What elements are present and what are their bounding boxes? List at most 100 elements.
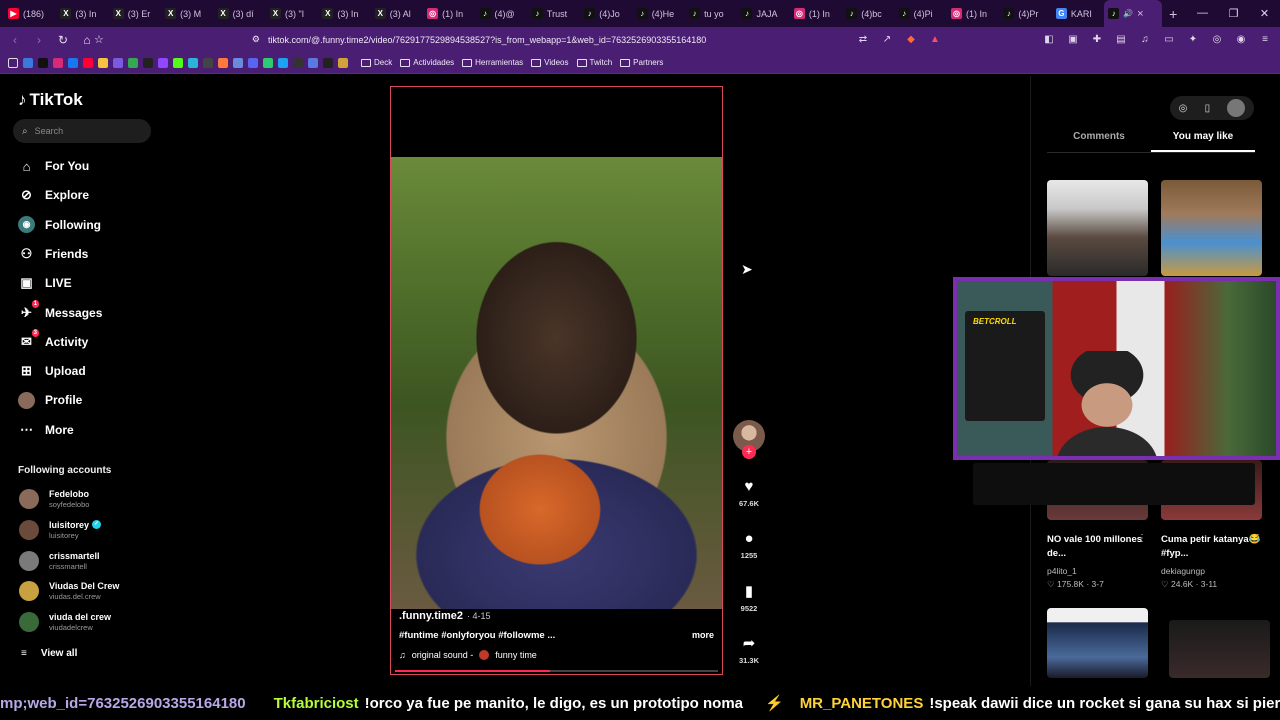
tiktok-favicon[interactable] (38, 57, 48, 68)
forward-icon[interactable]: › (32, 33, 46, 47)
following-account[interactable]: luisitorey ✓ luisitorey (19, 519, 102, 540)
browser-tab-active[interactable]: ♪ 🔊 × (1104, 0, 1163, 27)
browser-tab[interactable]: ▶ (186) (4, 0, 56, 27)
coin-icon[interactable]: ◎ (1179, 103, 1188, 114)
browser-tab[interactable]: ♪ (4)He (633, 0, 685, 27)
following-account[interactable]: Viudas Del Crew viudas.del.crew (19, 581, 119, 602)
video-thumbnail[interactable] (1047, 608, 1148, 678)
following-account[interactable]: viuda del crew viudadelcrew (19, 612, 111, 633)
browser-tab[interactable]: ♪ tu yo (685, 0, 737, 27)
site-info-icon[interactable]: ⚙ (252, 34, 260, 45)
browser-tab[interactable]: ♪ (4)bc (842, 0, 894, 27)
browser-tab[interactable]: ♪ (4)Jo (580, 0, 632, 27)
sidebar-item-profile[interactable]: ● Profile (18, 390, 82, 410)
video-caption[interactable]: #funtime #onlyforyou #followme ... (399, 630, 555, 641)
browser-tab[interactable]: X (3) M (161, 0, 213, 27)
extension-icon[interactable]: ◧ (1042, 34, 1056, 45)
facebook-favicon[interactable] (68, 57, 78, 68)
leo-icon[interactable]: ✦ (1186, 34, 1200, 45)
browser-tab[interactable]: X (3) dí (214, 0, 266, 27)
follow-plus-icon[interactable]: + (742, 445, 756, 459)
bookmark-favicon[interactable] (278, 57, 288, 68)
browser-tab[interactable]: ♪ (4)Pi (895, 0, 947, 27)
sidebar-item-for-you[interactable]: ⌂ For You (18, 156, 90, 176)
more-options-icon[interactable]: ⋮ (1253, 533, 1263, 544)
browser-tab[interactable]: ♪ JAJA (737, 0, 789, 27)
video-progress-bar[interactable] (395, 670, 718, 672)
reload-icon[interactable]: ↻ (56, 33, 70, 47)
back-icon[interactable]: ‹ (8, 33, 22, 47)
sidebar-item-activity[interactable]: ✉ 3 Activity (18, 329, 88, 352)
like-button[interactable]: ♥ 67.6K (733, 478, 765, 508)
bookmark-folder[interactable]: Deck (361, 58, 392, 67)
browser-tab[interactable]: ◎ (1) In (947, 0, 999, 27)
device-icon[interactable]: ▯ (1205, 103, 1211, 114)
bookmark-favicon[interactable] (233, 57, 243, 68)
youtube-favicon[interactable] (83, 57, 93, 68)
sidebar-item-more[interactable]: ⋯ More (18, 420, 74, 440)
translate-icon[interactable]: ⇄ (856, 34, 870, 45)
tab-you-may-like[interactable]: You may like (1151, 131, 1255, 152)
browser-tab[interactable]: ♪ (4)Pr (999, 0, 1051, 27)
share-icon[interactable]: ↗ (880, 34, 894, 45)
kick-favicon[interactable] (173, 57, 183, 68)
bookmark-favicon[interactable] (323, 57, 333, 68)
close-window-icon[interactable]: ✕ (1249, 7, 1280, 20)
rewards-icon[interactable]: ◉ (1234, 34, 1248, 45)
chrome-favicon[interactable] (128, 57, 138, 68)
bookmark-favicon[interactable] (248, 57, 258, 68)
bookmark-favicon[interactable] (188, 57, 198, 68)
url-field[interactable]: ☆ ⚙ tiktok.com/@.funny.time2/video/76291… (94, 33, 846, 46)
bookmark-favicon[interactable] (98, 57, 108, 68)
user-avatar[interactable] (1227, 99, 1246, 117)
more-button[interactable]: more (692, 630, 714, 641)
browser-tab[interactable]: X (3) Al (371, 0, 423, 27)
bookmark-folder[interactable]: Twitch (576, 58, 612, 67)
puzzle-icon[interactable]: ✚ (1090, 34, 1104, 45)
close-tab-icon[interactable]: × (1137, 8, 1143, 20)
video-player[interactable]: .funny.time2 · 4-15 #funtime #onlyforyou… (390, 86, 723, 675)
bookmark-folder[interactable]: Videos (531, 58, 569, 67)
bookmark-folder[interactable]: Partners (620, 58, 663, 67)
bookmark-favicon[interactable] (23, 57, 33, 68)
following-account[interactable]: crissmartell crissmartell (19, 550, 100, 571)
bookmark-favicon[interactable] (308, 57, 318, 68)
save-button[interactable]: ▮ 9522 (733, 582, 765, 613)
bookmark-icon[interactable]: ☆ (94, 33, 104, 46)
video-thumbnail[interactable] (1169, 620, 1270, 678)
bookmark-folder[interactable]: Actividades (400, 58, 454, 67)
browser-tab[interactable]: ♪ Trust (528, 0, 580, 27)
shield-icon[interactable]: ◆ (904, 34, 918, 45)
browser-tab[interactable]: ◎ (1) In (790, 0, 842, 27)
twitch-favicon[interactable] (158, 57, 168, 68)
browser-tab[interactable]: ♪ (4)@ (476, 0, 528, 27)
restore-icon[interactable]: ❐ (1218, 7, 1249, 20)
home-icon[interactable]: ⌂ (80, 33, 94, 47)
x-favicon[interactable] (143, 57, 153, 68)
video-frame-image[interactable] (391, 157, 722, 609)
sidebar-item-live[interactable]: ▣ LIVE (18, 273, 71, 293)
menu-icon[interactable]: ≡ (1258, 34, 1272, 45)
browser-tab[interactable]: X (3) "I (266, 0, 318, 27)
bookmark-favicon[interactable] (293, 57, 303, 68)
more-options-icon[interactable]: ⋮ (1137, 533, 1147, 544)
bookmark-folder[interactable]: Herramientas (462, 58, 523, 67)
video-author[interactable]: .funny.time2 (399, 610, 463, 622)
speaker-icon[interactable]: 🔊 (1123, 9, 1133, 18)
creator-avatar[interactable]: + (733, 420, 765, 459)
bookmark-favicon[interactable] (203, 57, 213, 68)
bookmark-favicon[interactable] (218, 57, 228, 68)
browser-tab[interactable]: X (3) In (318, 0, 370, 27)
sidebar-item-messages[interactable]: ✈ 1 Messages (18, 300, 102, 323)
bookmark-favicon[interactable] (338, 57, 348, 68)
video-thumbnail[interactable] (1047, 180, 1148, 276)
sidebar-item-upload[interactable]: ⊞ Upload (18, 361, 86, 381)
video-title[interactable]: Cuma petir katanya😂 #fyp... (1161, 533, 1261, 561)
sidebar-item-explore[interactable]: ⊘ Explore (18, 185, 89, 205)
sound-row[interactable]: ♫ original sound - funny time (399, 650, 714, 660)
apps-icon[interactable] (8, 57, 18, 68)
view-all-button[interactable]: ≡ View all (21, 648, 77, 659)
tab-comments[interactable]: Comments (1047, 131, 1151, 152)
video-author[interactable]: dekiagungp (1161, 566, 1205, 576)
sidebar-icon[interactable]: ▤ (1114, 34, 1128, 45)
